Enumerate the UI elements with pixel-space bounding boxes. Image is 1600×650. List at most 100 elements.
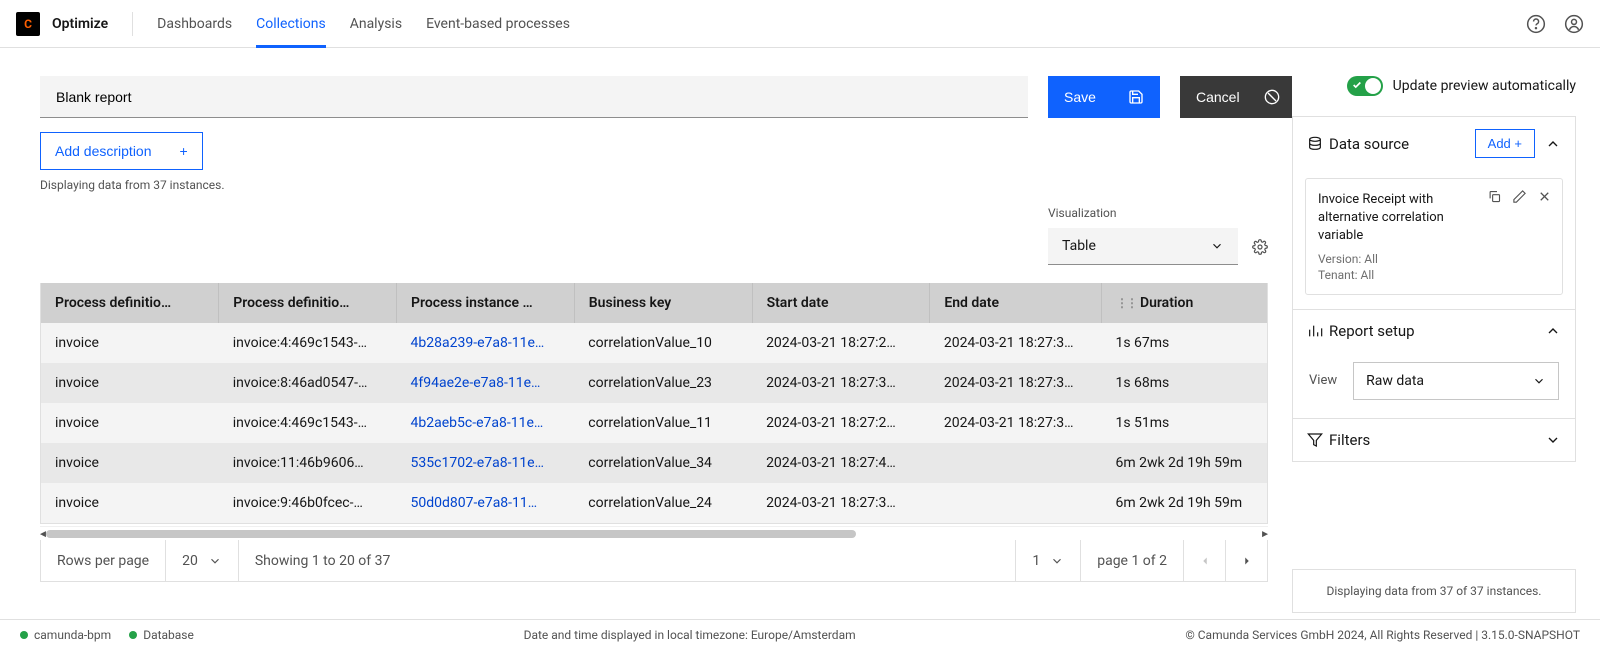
rows-per-page-select[interactable]: 20 xyxy=(165,540,238,581)
copyright-text: © Camunda Services GmbH 2024, All Rights… xyxy=(1185,628,1580,642)
table-row: invoiceinvoice:4:469c1543-…4b2aeb5c-e7a8… xyxy=(41,403,1267,443)
close-icon[interactable] xyxy=(1537,189,1552,204)
chevron-up-icon[interactable] xyxy=(1545,136,1561,152)
chevron-down-icon[interactable] xyxy=(1545,432,1561,448)
gear-icon[interactable] xyxy=(1252,239,1268,255)
statusbar: camunda-bpm Database Date and time displ… xyxy=(0,619,1600,650)
prev-page-button[interactable] xyxy=(1183,540,1225,581)
column-header[interactable]: Start date xyxy=(752,283,930,323)
table-cell: 2024-03-21 18:27:2… xyxy=(752,323,930,363)
table-cell: 2024-03-21 18:27:2… xyxy=(752,403,930,443)
table-cell: invoice:9:46b0fcec-… xyxy=(219,483,397,523)
column-header[interactable]: End date xyxy=(930,283,1102,323)
auto-update-toggle[interactable] xyxy=(1347,76,1383,96)
save-label: Save xyxy=(1064,89,1096,105)
table-cell[interactable]: 4b2aeb5c-e7a8-11e… xyxy=(397,403,575,443)
table-cell: 2024-03-21 18:27:3… xyxy=(930,403,1102,443)
check-icon xyxy=(1352,80,1362,90)
table-cell: invoice xyxy=(41,323,219,363)
table-cell: 2024-03-21 18:27:3… xyxy=(930,323,1102,363)
table-row: invoiceinvoice:11:46b9606…535c1702-e7a8-… xyxy=(41,443,1267,483)
table-cell[interactable]: 535c1702-e7a8-11e… xyxy=(397,443,575,483)
table-cell: correlationValue_10 xyxy=(574,323,752,363)
table-cell: invoice xyxy=(41,443,219,483)
table-cell[interactable]: 4f94ae2e-e7a8-11e… xyxy=(397,363,575,403)
nav-collections[interactable]: Collections xyxy=(256,1,326,48)
drag-handle-icon[interactable]: ⋮⋮ xyxy=(1116,296,1136,310)
save-button[interactable]: Save xyxy=(1048,76,1160,118)
instances-count-text: Displaying data from 37 instances. xyxy=(40,178,1292,192)
pagination: Rows per page 20 Showing 1 to 20 of 37 1… xyxy=(40,540,1268,582)
table-cell: 6m 2wk 2d 19h 59m xyxy=(1101,443,1267,483)
table-cell[interactable]: 50d0d807-e7a8-11… xyxy=(397,483,575,523)
caret-right-icon xyxy=(1240,554,1254,568)
column-header[interactable]: Business key xyxy=(574,283,752,323)
topbar: C Optimize Dashboards Collections Analys… xyxy=(0,0,1600,48)
view-select[interactable]: Raw data xyxy=(1353,362,1559,400)
copy-icon[interactable] xyxy=(1487,189,1502,204)
column-header[interactable]: ⋮⋮Duration xyxy=(1101,283,1267,323)
nav-analysis[interactable]: Analysis xyxy=(350,1,402,48)
column-header[interactable]: Process definitio… xyxy=(41,283,219,323)
cancel-icon xyxy=(1264,89,1280,105)
report-title-input[interactable] xyxy=(40,76,1028,118)
table-cell: invoice xyxy=(41,483,219,523)
chevron-down-icon xyxy=(1532,374,1546,388)
timezone-text: Date and time displayed in local timezon… xyxy=(194,628,1185,642)
visualization-select[interactable]: Table xyxy=(1048,228,1238,265)
title-row: Save Cancel xyxy=(40,76,1292,118)
table-cell: 6m 2wk 2d 19h 59m xyxy=(1101,483,1267,523)
database-status: Database xyxy=(129,628,194,642)
showing-text: Showing 1 to 20 of 37 xyxy=(255,553,391,569)
source-version: Version: All xyxy=(1318,252,1550,266)
table-cell: invoice:4:469c1543-… xyxy=(219,403,397,443)
next-page-button[interactable] xyxy=(1225,540,1267,581)
table-cell: correlationValue_24 xyxy=(574,483,752,523)
add-data-source-button[interactable]: Add + xyxy=(1475,129,1535,158)
edit-icon[interactable] xyxy=(1512,189,1527,204)
table-cell: invoice xyxy=(41,363,219,403)
column-header[interactable]: Process definitio… xyxy=(219,283,397,323)
visualization-value: Table xyxy=(1062,238,1096,254)
auto-update-label: Update preview automatically xyxy=(1393,78,1576,94)
filters-panel-head[interactable]: Filters xyxy=(1293,418,1575,461)
column-header[interactable]: Process instance … xyxy=(397,283,575,323)
table-cell: 2024-03-21 18:27:4… xyxy=(752,443,930,483)
table-row: invoiceinvoice:4:469c1543-…4b28a239-e7a8… xyxy=(41,323,1267,363)
save-icon xyxy=(1128,89,1144,105)
source-tenant: Tenant: All xyxy=(1318,268,1550,282)
page-number-select[interactable]: 1 xyxy=(1015,540,1080,581)
add-description-button[interactable]: Add description + xyxy=(40,132,203,170)
status-dot-icon xyxy=(129,631,137,639)
cancel-button[interactable]: Cancel xyxy=(1180,76,1292,118)
table-cell[interactable]: 4b28a239-e7a8-11e… xyxy=(397,323,575,363)
scroll-right-icon: ► xyxy=(1260,529,1270,540)
plus-icon: + xyxy=(180,143,188,159)
chevron-up-icon[interactable] xyxy=(1545,323,1561,339)
table-cell: 2024-03-21 18:27:3… xyxy=(930,363,1102,403)
view-value: Raw data xyxy=(1366,373,1424,389)
table-cell: 1s 67ms xyxy=(1101,323,1267,363)
table-cell: correlationValue_11 xyxy=(574,403,752,443)
scrollbar-thumb[interactable] xyxy=(46,530,856,538)
help-icon[interactable] xyxy=(1526,14,1546,34)
visualization-label: Visualization xyxy=(1048,206,1117,220)
chevron-down-icon xyxy=(1210,239,1224,253)
user-icon[interactable] xyxy=(1564,14,1584,34)
separator xyxy=(132,12,133,36)
table-cell: 2024-03-21 18:27:3… xyxy=(752,363,930,403)
data-source-title: Data source xyxy=(1329,135,1409,153)
rows-per-page-value: 20 xyxy=(182,553,198,569)
report-setup-icon xyxy=(1307,323,1323,339)
horizontal-scrollbar[interactable]: ◄ ► xyxy=(40,526,1268,540)
product-name: Optimize xyxy=(52,16,108,32)
chevron-down-icon xyxy=(208,554,222,568)
app-logo: C xyxy=(16,12,40,36)
top-nav: Dashboards Collections Analysis Event-ba… xyxy=(157,0,570,47)
nav-dashboards[interactable]: Dashboards xyxy=(157,1,232,48)
table-row: invoiceinvoice:8:46ad0547-…4f94ae2e-e7a8… xyxy=(41,363,1267,403)
page-num: 1 xyxy=(1032,553,1040,569)
table-cell: 2024-03-21 18:27:3… xyxy=(752,483,930,523)
filter-icon xyxy=(1307,432,1323,448)
nav-event-processes[interactable]: Event-based processes xyxy=(426,1,570,48)
